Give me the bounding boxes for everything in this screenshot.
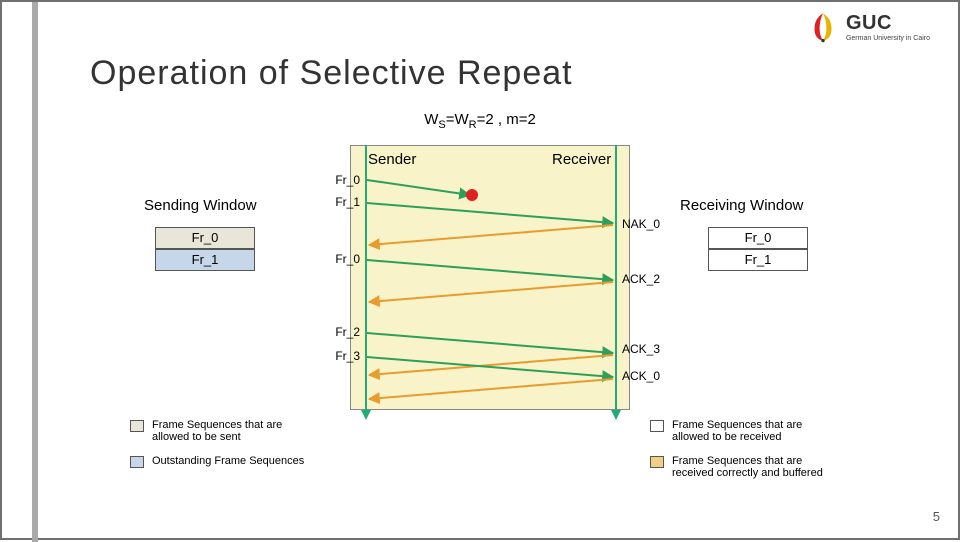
legend-item: Frame Sequences that are allowed to be s…: [130, 419, 320, 443]
left-accent-bar: [32, 2, 38, 542]
logo-text: GUC: [846, 12, 892, 34]
legend-swatch-buffered: [650, 456, 664, 468]
sending-window-title: Sending Window: [144, 197, 257, 214]
frame-label: Fr_0: [320, 173, 360, 187]
frame-label: Fr_1: [320, 195, 360, 209]
sender-timeline-arrowhead: [361, 410, 371, 420]
diagram-stage: Sender Receiver: [150, 137, 870, 467]
legend-item: Outstanding Frame Sequences: [130, 455, 320, 468]
legend-text: Outstanding Frame Sequences: [152, 455, 304, 467]
legend-item: Frame Sequences that are received correc…: [650, 455, 840, 479]
ack-label: ACK_3: [622, 342, 660, 356]
page-number: 5: [933, 509, 940, 524]
legend-swatch-receive: [650, 420, 664, 432]
frame-label: Fr_3: [320, 349, 360, 363]
legend-text: Frame Sequences that are allowed to be s…: [152, 419, 320, 443]
logo-subtext: German University in Cairo: [846, 35, 930, 42]
legend-item: Frame Sequences that are allowed to be r…: [650, 419, 840, 443]
window-params: WS=WR=2 , m=2: [30, 111, 930, 131]
ack-label: NAK_0: [622, 217, 660, 231]
ack-label: ACK_0: [622, 369, 660, 383]
receiving-window-slot: Fr_1: [708, 249, 808, 271]
frame-label: Fr_2: [320, 325, 360, 339]
sending-window-slot: Fr_1: [155, 249, 255, 271]
sending-window-slot: Fr_0: [155, 227, 255, 249]
legend-swatch-outstanding: [130, 456, 144, 468]
receiver-timeline-arrowhead: [611, 410, 621, 420]
guc-logo-icon: [806, 10, 840, 44]
slide-title: Operation of Selective Repeat: [90, 54, 930, 93]
frame-label: Fr_0: [320, 252, 360, 266]
legend-text: Frame Sequences that are received correc…: [672, 455, 840, 479]
ack-label: ACK_2: [622, 272, 660, 286]
legend-text: Frame Sequences that are allowed to be r…: [672, 419, 840, 443]
message-arrows: [350, 145, 630, 410]
legend-swatch-sent: [130, 420, 144, 432]
logo: GUC German University in Cairo: [806, 10, 930, 44]
slide-frame: GUC German University in Cairo Operation…: [0, 0, 960, 540]
receiving-window-title: Receiving Window: [680, 197, 803, 214]
receiving-window-slot: Fr_0: [708, 227, 808, 249]
